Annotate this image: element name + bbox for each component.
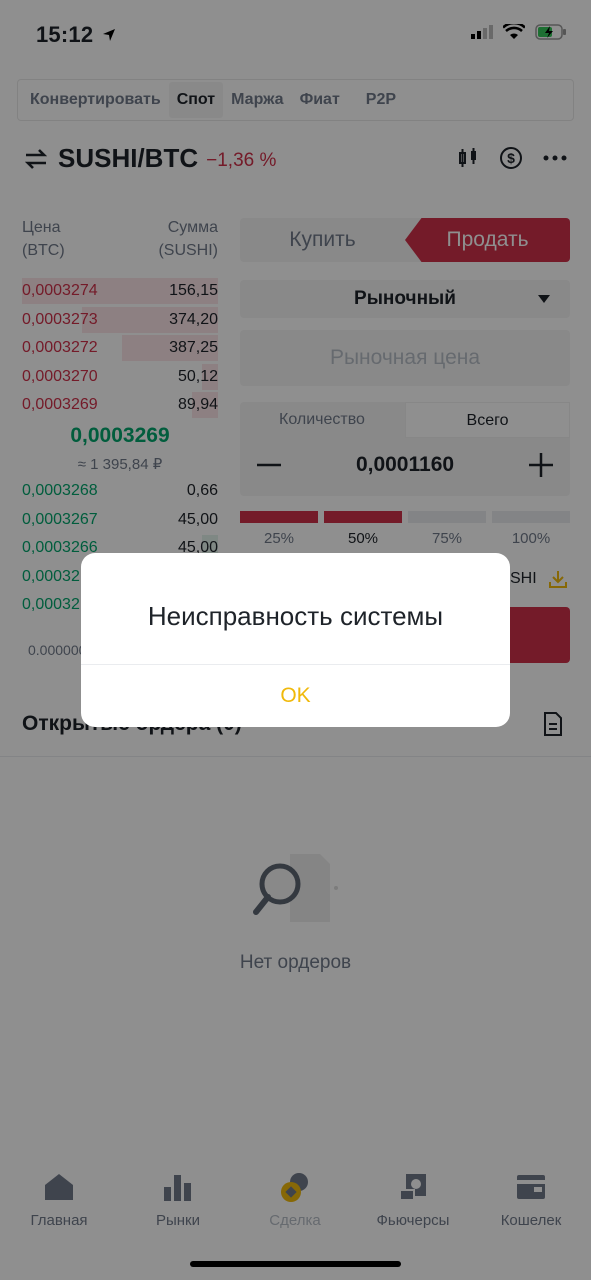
dialog-message: Неисправность системы: [147, 601, 444, 631]
dialog-ok-button[interactable]: OK: [81, 665, 510, 727]
error-dialog: Неисправность системы OK: [81, 553, 510, 727]
home-indicator[interactable]: [190, 1261, 401, 1267]
